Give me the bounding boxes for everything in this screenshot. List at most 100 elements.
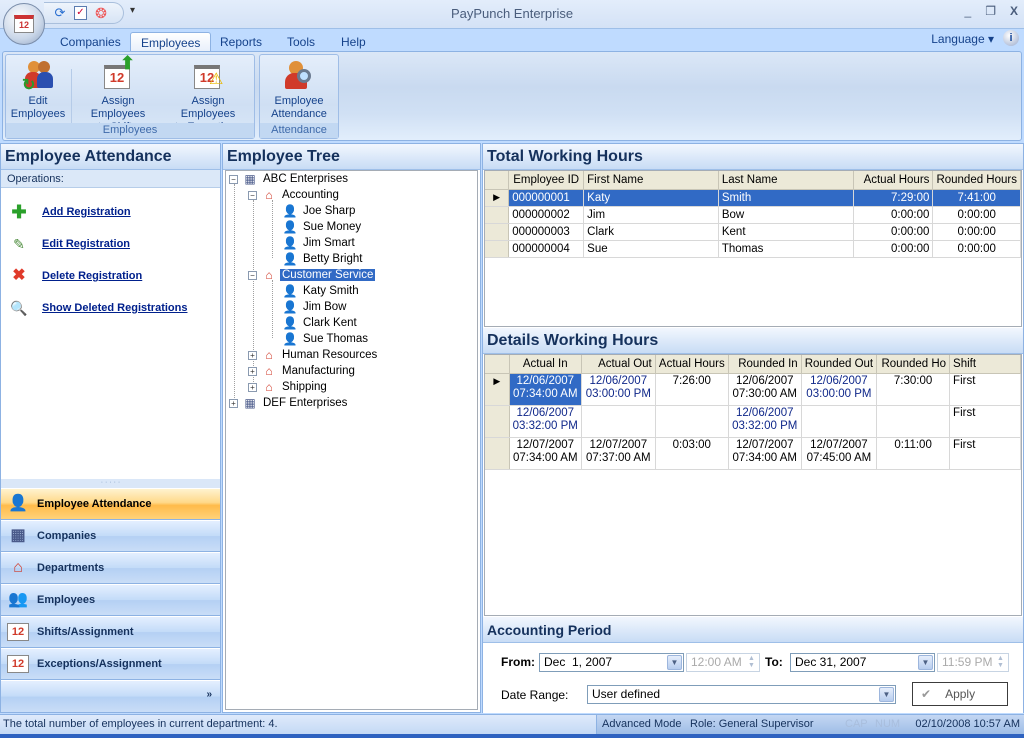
spinner-icon[interactable]: ▲ ▼ — [994, 655, 1007, 670]
table-row[interactable]: 12/07/2007 07:34:00 AM 12/07/2007 07:37:00… — [485, 437, 1021, 470]
collapse-icon[interactable]: − — [248, 270, 257, 280]
column-header[interactable]: Rounded Hours — [932, 171, 1021, 190]
tab-companies[interactable]: Companies — [50, 32, 131, 53]
table-row[interactable]: 000000002 Jim Bow 0:00:00 0:00:00 — [485, 206, 1021, 224]
nav-employee-attendance[interactable]: 👤 Employee Attendance — [1, 489, 220, 520]
details-hours-grid[interactable]: Actual In Actual Out Actual Hours Rounde… — [484, 354, 1022, 616]
add-registration-item[interactable]: ✚ Add Registration — [10, 203, 131, 221]
expand-icon[interactable]: + — [248, 350, 257, 360]
column-header[interactable]: Rounded Out — [801, 355, 878, 374]
show-deleted-link[interactable]: Show Deleted Registrations — [42, 302, 187, 314]
table-row[interactable]: 000000004 Sue Thomas 0:00:00 0:00:00 — [485, 240, 1021, 258]
tree-node-employee[interactable]: 👤 Sue Thomas — [282, 331, 370, 347]
chevron-down-icon[interactable]: ▼ — [667, 655, 682, 670]
nav-departments[interactable]: ⌂ Departments — [1, 553, 220, 584]
tree-node-department-selected[interactable]: − ⌂ Customer Service — [248, 267, 376, 283]
delete-registration-link[interactable]: Delete Registration — [42, 270, 142, 282]
expand-icon[interactable]: + — [248, 382, 257, 392]
restore-icon[interactable]: ❐ — [985, 4, 996, 18]
expand-icon[interactable]: + — [229, 398, 238, 408]
employee-attendance-button[interactable]: Employee Attendance — [262, 57, 336, 121]
total-hours-grid[interactable]: Employee ID First Name Last Name Actual … — [484, 170, 1022, 327]
column-header[interactable]: Rounded Ho — [876, 355, 951, 374]
date-range-select[interactable]: User defined ▼ — [587, 685, 896, 704]
nav-overflow-button[interactable]: » — [1, 681, 220, 712]
employee-icon: 👤 — [282, 332, 298, 346]
building-icon: ▦ — [10, 527, 26, 544]
info-icon[interactable]: i — [1003, 30, 1019, 46]
tree-node-employee[interactable]: 👤 Katy Smith — [282, 283, 361, 299]
from-label: From: — [501, 655, 535, 669]
expand-icon[interactable]: + — [248, 366, 257, 376]
nav-exceptions-assignment[interactable]: 12 Exceptions/Assignment — [1, 649, 220, 680]
employees-icon: 👥 — [8, 591, 28, 608]
chevron-down-icon[interactable]: ▼ — [879, 687, 894, 702]
row-pointer-icon: ▶ — [485, 373, 510, 406]
department-house-icon: ⌂ — [265, 380, 273, 394]
pane-splitter[interactable]: · · · · · — [1, 479, 220, 488]
nav-employees[interactable]: 👥 Employees — [1, 585, 220, 616]
tree-node-employee[interactable]: 👤 Betty Bright — [282, 251, 364, 267]
close-icon[interactable]: X — [1010, 4, 1018, 18]
delete-registration-item[interactable]: ✖ Delete Registration — [10, 267, 142, 285]
tree-node-employee[interactable]: 👤 Jim Smart — [282, 235, 357, 251]
collapse-icon[interactable]: − — [229, 174, 238, 184]
apply-button[interactable]: ✔ Apply — [912, 682, 1008, 706]
edit-employees-button[interactable]: ↻ Edit Employees — [8, 57, 68, 121]
column-header[interactable]: Actual In — [509, 355, 582, 374]
table-row[interactable]: 12/06/2007 03:32:00 PM 12/06/2007 03:32:00… — [485, 405, 1021, 438]
table-row[interactable]: 000000003 Clark Kent 0:00:00 0:00:00 — [485, 223, 1021, 241]
to-time-field[interactable]: 11:59 PM ▲ ▼ — [937, 653, 1009, 672]
tab-tools[interactable]: Tools — [277, 32, 325, 53]
edit-registration-link[interactable]: Edit Registration — [42, 238, 130, 250]
tree-node-company[interactable]: + ▦ DEF Enterprises — [229, 395, 349, 411]
tab-help[interactable]: Help — [331, 32, 376, 53]
column-header[interactable]: Actual Out — [581, 355, 656, 374]
language-menu[interactable]: Language ▾ — [931, 32, 994, 46]
tree-node-department[interactable]: + ⌂ Human Resources — [248, 347, 379, 363]
tree-node-employee[interactable]: 👤 Joe Sharp — [282, 203, 357, 219]
column-header[interactable]: Actual Hours — [853, 171, 934, 190]
to-label: To: — [765, 655, 783, 669]
edit-icon: ✎ — [13, 236, 25, 252]
tree-node-department[interactable]: − ⌂ Accounting — [248, 187, 341, 203]
to-date-picker[interactable]: Dec 31, 2007 ▼ — [790, 653, 935, 672]
column-header[interactable]: Last Name — [718, 171, 854, 190]
minimize-icon[interactable]: _ — [965, 4, 972, 18]
column-header[interactable]: First Name — [583, 171, 719, 190]
from-date-picker[interactable]: Dec 1, 2007 ▼ — [539, 653, 684, 672]
tab-reports[interactable]: Reports — [210, 32, 272, 53]
column-header[interactable]: Employee ID — [508, 171, 585, 190]
edit-employees-icon: ↻ — [22, 59, 54, 94]
employee-icon: 👤 — [282, 252, 298, 266]
column-header[interactable]: Actual Hours — [655, 355, 729, 374]
tree-node-department[interactable]: + ⌂ Manufacturing — [248, 363, 357, 379]
tree-node-company[interactable]: − ▦ ABC Enterprises — [229, 171, 350, 187]
nav-companies[interactable]: ▦ Companies — [1, 521, 220, 552]
nav-shifts-assignment[interactable]: 12 Shifts/Assignment — [1, 617, 220, 648]
accounting-period-title: Accounting Period — [483, 617, 1023, 643]
tree-node-employee[interactable]: 👤 Sue Money — [282, 219, 363, 235]
tree-node-department[interactable]: + ⌂ Shipping — [248, 379, 329, 395]
edit-registration-item[interactable]: ✎ Edit Registration — [10, 235, 130, 253]
tree-node-employee[interactable]: 👤 Jim Bow — [282, 299, 348, 315]
ribbon-group-label: Attendance — [260, 123, 338, 138]
spinner-icon[interactable]: ▲ ▼ — [745, 655, 758, 670]
column-header[interactable]: Rounded In — [728, 355, 802, 374]
tab-employees[interactable]: Employees — [130, 32, 212, 53]
column-header[interactable]: Shift — [949, 355, 1021, 374]
application-menu-button[interactable]: 12 — [3, 3, 45, 45]
ribbon-group-label: Employees — [6, 123, 254, 138]
add-registration-link[interactable]: Add Registration — [42, 206, 131, 218]
employee-icon: 👤 — [282, 284, 298, 298]
chevron-down-icon[interactable]: ▼ — [918, 655, 933, 670]
tree-node-employee[interactable]: 👤 Clark Kent — [282, 315, 359, 331]
table-row-selected[interactable]: ▶ 12/06/2007 07:34:00 AM 12/06/2007 03:00:… — [485, 373, 1021, 406]
employee-icon: 👤 — [282, 220, 298, 234]
table-row-selected[interactable]: ▶ 000000001 Katy Smith 7:29:00 7:41:00 — [485, 189, 1021, 207]
collapse-icon[interactable]: − — [248, 190, 257, 200]
from-time-field[interactable]: 12:00 AM ▲ ▼ — [686, 653, 760, 672]
row-header-corner — [485, 355, 510, 374]
show-deleted-item[interactable]: 🔍 Show Deleted Registrations — [10, 299, 187, 317]
department-house-icon: ⌂ — [265, 188, 273, 202]
